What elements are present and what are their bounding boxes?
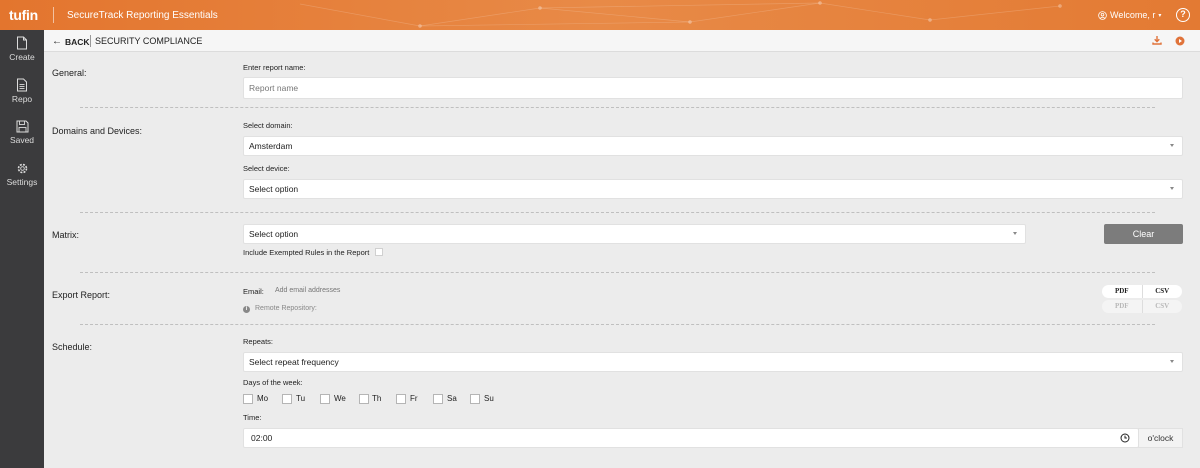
schedule-section-label: Schedule: [52, 342, 93, 352]
app-title: SecureTrack Reporting Essentials [67, 10, 218, 21]
day-label-sa: Sa [447, 394, 457, 403]
sidebar-item-settings[interactable]: Settings [0, 162, 44, 187]
section-divider [80, 272, 1155, 273]
sidebar-item-label: Repo [11, 94, 33, 104]
report-name-label: Enter report name: [243, 63, 306, 72]
day-checkbox-su[interactable] [470, 394, 480, 404]
info-icon: i [243, 306, 250, 313]
floppy-icon [16, 120, 28, 133]
arrow-left-icon: ← [52, 36, 62, 47]
days-label: Days of the week: [243, 378, 303, 387]
sub-header: ← BACK SECURITY COMPLIANCE [44, 30, 1200, 52]
domain-value: Amsterdam [249, 141, 293, 151]
download-icon[interactable] [1152, 35, 1162, 45]
pdf-option[interactable]: PDF [1102, 285, 1142, 298]
time-value: 02:00 [251, 433, 273, 443]
email-label: Email: [243, 287, 264, 296]
subheader-divider [90, 35, 91, 47]
domain-select[interactable]: Amsterdam [243, 136, 1183, 156]
domain-label: Select domain: [243, 121, 293, 130]
export-section-label: Export Report: [52, 290, 111, 300]
time-label: Time: [243, 413, 262, 422]
day-label-tu: Tu [296, 394, 306, 403]
day-label-we: We [334, 394, 346, 403]
day-checkbox-fr[interactable] [396, 394, 406, 404]
chevron-down-icon [1170, 187, 1174, 190]
header-divider [53, 7, 54, 23]
welcome-text: Welcome, r [1110, 10, 1156, 20]
day-label-fr: Fr [410, 394, 418, 403]
sidebar-item-label: Create [9, 52, 35, 62]
tufin-logo[interactable]: tufin [9, 7, 38, 23]
csv-option[interactable]: CSV [1141, 285, 1183, 298]
day-checkbox-tu[interactable] [282, 394, 292, 404]
domains-section-label: Domains and Devices: [52, 126, 143, 136]
time-suffix: o'clock [1138, 428, 1183, 448]
day-label-mo: Mo [257, 394, 269, 403]
back-label: BACK [65, 36, 90, 47]
repeats-label: Repeats: [243, 337, 274, 346]
day-checkbox-mo[interactable] [243, 394, 253, 404]
remote-repository-label: Remote Repository: [255, 305, 317, 312]
repeats-select[interactable]: Select repeat frequency [243, 352, 1183, 372]
day-label-su: Su [484, 394, 494, 403]
sidebar-item-label: Saved [9, 135, 35, 145]
top-bar: tufin SecureTrack Reporting Essentials W… [0, 0, 1200, 30]
section-divider [80, 212, 1155, 213]
document-icon [17, 78, 27, 92]
device-value: Select option [249, 184, 299, 194]
matrix-section-label: Matrix: [52, 230, 79, 240]
day-checkbox-we[interactable] [320, 394, 330, 404]
sidebar-item-saved[interactable]: Saved [0, 120, 44, 145]
user-icon [1098, 10, 1107, 20]
day-label-th: Th [372, 394, 382, 403]
chevron-down-icon: ▾ [1158, 12, 1162, 19]
general-section-label: General: [52, 68, 87, 78]
matrix-value: Select option [249, 229, 299, 239]
day-checkbox-th[interactable] [359, 394, 369, 404]
sidebar-item-repo[interactable]: Repo [0, 78, 44, 104]
email-input[interactable]: Add email addresses [275, 287, 435, 298]
device-select[interactable]: Select option [243, 179, 1183, 199]
include-exempted-label: Include Exempted Rules in the Report [243, 248, 370, 257]
clock-icon[interactable] [1120, 433, 1130, 443]
repo-format-toggle[interactable]: PDF CSV [1102, 300, 1182, 313]
back-button[interactable]: ← BACK [52, 36, 90, 47]
day-checkbox-sa[interactable] [433, 394, 443, 404]
chevron-down-icon [1170, 360, 1174, 363]
page-title: SECURITY COMPLIANCE [95, 36, 203, 46]
report-form: General: Enter report name: Report name … [44, 52, 1200, 468]
chevron-down-icon [1013, 232, 1017, 235]
remote-repository-row[interactable]: i Remote Repository: [243, 305, 317, 313]
sidebar-item-create[interactable]: Create [0, 36, 44, 62]
device-label: Select device: [243, 164, 290, 173]
help-button[interactable]: ? [1176, 8, 1190, 22]
gear-icon [17, 163, 27, 174]
email-format-toggle[interactable]: PDF CSV [1102, 285, 1182, 298]
sidebar: Create Repo Saved Settings [0, 30, 44, 468]
matrix-select[interactable]: Select option [243, 224, 1026, 244]
section-divider [80, 107, 1155, 108]
pdf-option[interactable]: PDF [1102, 300, 1142, 313]
clear-button[interactable]: Clear [1104, 224, 1183, 244]
report-name-placeholder: Report name [249, 83, 299, 93]
report-name-input[interactable]: Report name [243, 77, 1183, 99]
play-icon[interactable] [1175, 36, 1185, 46]
file-icon [17, 36, 27, 50]
user-menu[interactable]: Welcome, r ▾ [1098, 10, 1161, 20]
sidebar-item-label: Settings [6, 177, 38, 187]
repeats-value: Select repeat frequency [249, 357, 339, 367]
section-divider [80, 324, 1155, 325]
chevron-down-icon [1170, 144, 1174, 147]
csv-option[interactable]: CSV [1141, 300, 1183, 313]
include-exempted-checkbox[interactable] [375, 248, 383, 256]
time-input[interactable]: 02:00 [243, 428, 1139, 448]
